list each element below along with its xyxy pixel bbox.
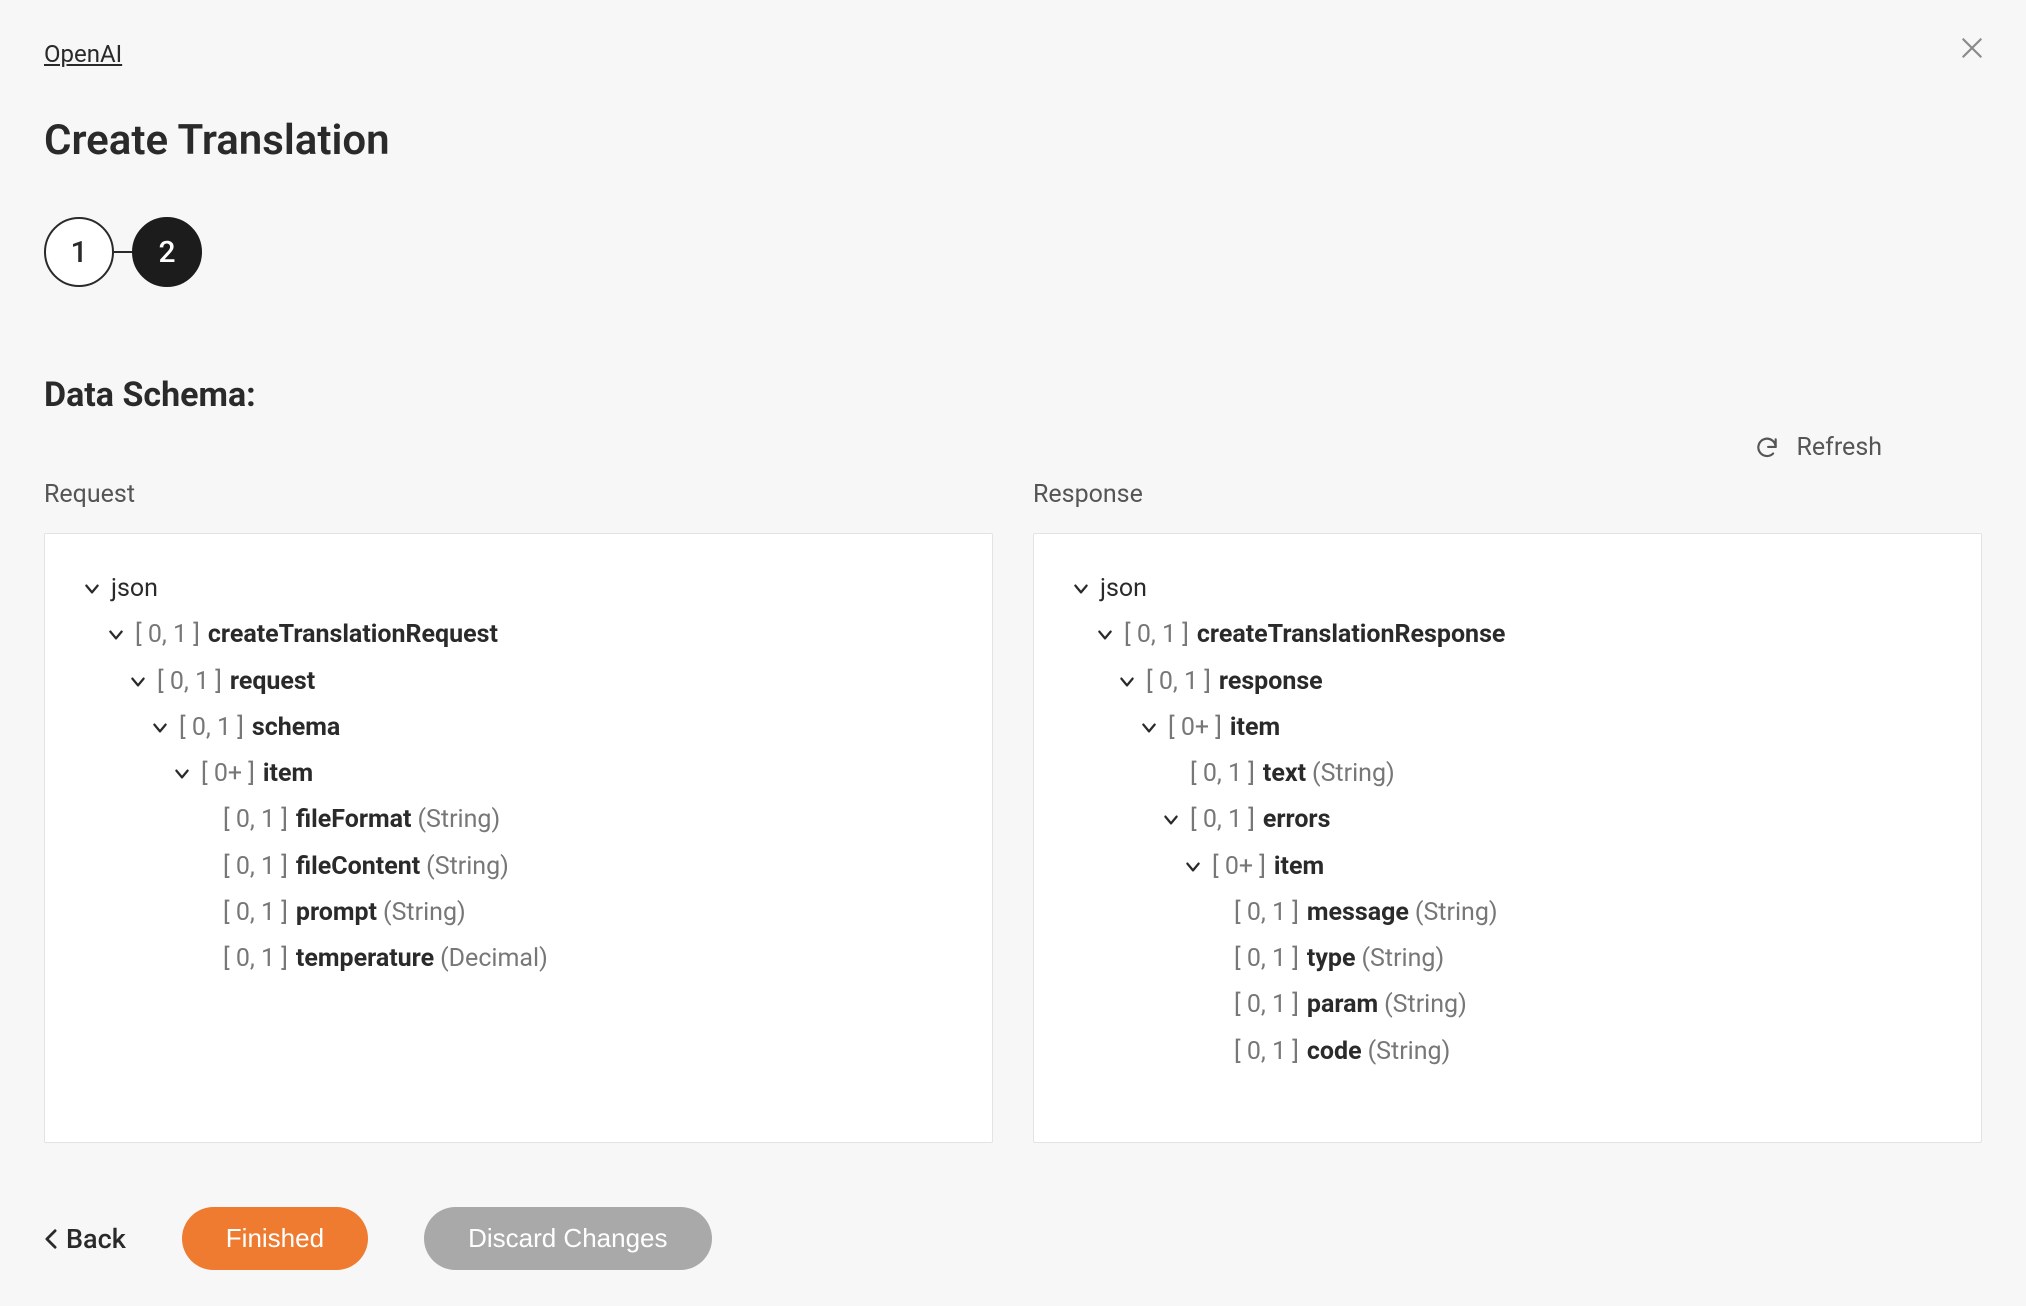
chevron-down-icon: [171, 763, 193, 785]
node-name: item: [1274, 844, 1324, 890]
cardinality-label: [ 0, 1 ]: [135, 612, 200, 658]
request-tree-node: [ 0, 1 ]fileContent (String): [81, 844, 956, 890]
response-tree-node: [ 0, 1 ]type (String): [1070, 936, 1945, 982]
response-tree-node[interactable]: [ 0+ ]item: [1070, 844, 1945, 890]
node-type: (String): [1368, 1029, 1451, 1075]
step-1[interactable]: 1: [44, 217, 114, 287]
response-schema-box: json[ 0, 1 ]createTranslationResponse[ 0…: [1033, 533, 1982, 1143]
cardinality-label: [ 0, 1 ]: [223, 797, 288, 843]
node-name: message: [1307, 890, 1409, 936]
response-tree-node[interactable]: [ 0, 1 ]createTranslationResponse: [1070, 612, 1945, 658]
cardinality-label: [ 0, 1 ]: [1124, 612, 1189, 658]
chevron-down-icon: [149, 717, 171, 739]
back-button[interactable]: Back: [44, 1223, 126, 1255]
cardinality-label: [ 0, 1 ]: [1190, 751, 1255, 797]
chevron-down-icon: [1116, 671, 1138, 693]
node-name: createTranslationResponse: [1197, 612, 1506, 658]
node-type: (String): [1415, 890, 1498, 936]
step-2[interactable]: 2: [132, 217, 202, 287]
node-name: temperature: [296, 936, 434, 982]
section-heading: Data Schema:: [44, 375, 1982, 415]
chevron-down-icon: [1094, 624, 1116, 646]
discard-button[interactable]: Discard Changes: [424, 1207, 711, 1270]
cardinality-label: [ 0, 1 ]: [1234, 890, 1299, 936]
chevron-left-icon: [44, 1228, 58, 1250]
node-type: (Decimal): [440, 936, 548, 982]
response-tree-node: [ 0, 1 ]code (String): [1070, 1029, 1945, 1075]
cardinality-label: [ 0, 1 ]: [223, 936, 288, 982]
request-tree-node: [ 0, 1 ]temperature (Decimal): [81, 936, 956, 982]
refresh-icon: [1754, 435, 1780, 461]
breadcrumb-root[interactable]: OpenAI: [44, 40, 122, 68]
node-type: (String): [417, 797, 500, 843]
request-tree-node[interactable]: [ 0, 1 ]schema: [81, 705, 956, 751]
node-name: request: [230, 659, 315, 705]
cardinality-label: [ 0, 1 ]: [1146, 659, 1211, 705]
page-title: Create Translation: [44, 116, 1982, 165]
response-tree-node: [ 0, 1 ]param (String): [1070, 982, 1945, 1028]
node-type: (String): [426, 844, 509, 890]
node-name: item: [263, 751, 313, 797]
step-connector: [114, 251, 132, 253]
request-schema-box: json[ 0, 1 ]createTranslationRequest[ 0,…: [44, 533, 993, 1143]
response-tree-node: [ 0, 1 ]text (String): [1070, 751, 1945, 797]
node-name: createTranslationRequest: [208, 612, 498, 658]
close-button[interactable]: [1954, 30, 1990, 66]
request-tree-node[interactable]: [ 0, 1 ]request: [81, 659, 956, 705]
chevron-down-icon: [1182, 856, 1204, 878]
node-name: param: [1307, 982, 1378, 1028]
node-name: schema: [252, 705, 340, 751]
cardinality-label: [ 0, 1 ]: [1234, 936, 1299, 982]
node-type: (String): [383, 890, 466, 936]
node-name: fileFormat: [296, 797, 412, 843]
cardinality-label: [ 0, 1 ]: [1234, 1029, 1299, 1075]
chevron-down-icon: [1138, 717, 1160, 739]
node-type: (String): [1312, 751, 1395, 797]
stepper: 1 2: [44, 217, 1982, 287]
node-name: response: [1219, 659, 1323, 705]
cardinality-label: [ 0+ ]: [201, 751, 255, 797]
response-tree-node[interactable]: json: [1070, 566, 1945, 612]
node-name: type: [1307, 936, 1356, 982]
response-tree-node[interactable]: [ 0, 1 ]response: [1070, 659, 1945, 705]
node-name: code: [1307, 1029, 1362, 1075]
chevron-down-icon: [81, 578, 103, 600]
request-tree-node[interactable]: json: [81, 566, 956, 612]
request-column-title: Request: [44, 480, 993, 509]
node-type: (String): [1384, 982, 1467, 1028]
cardinality-label: [ 0, 1 ]: [1190, 797, 1255, 843]
cardinality-label: [ 0, 1 ]: [1234, 982, 1299, 1028]
request-tree-node[interactable]: [ 0, 1 ]createTranslationRequest: [81, 612, 956, 658]
cardinality-label: [ 0, 1 ]: [157, 659, 222, 705]
close-icon: [1959, 35, 1985, 61]
refresh-label: Refresh: [1796, 433, 1882, 462]
response-tree-node[interactable]: [ 0, 1 ]errors: [1070, 797, 1945, 843]
node-name: prompt: [296, 890, 377, 936]
response-column-title: Response: [1033, 480, 1982, 509]
back-label: Back: [66, 1223, 126, 1255]
chevron-down-icon: [105, 624, 127, 646]
request-tree-node: [ 0, 1 ]prompt (String): [81, 890, 956, 936]
cardinality-label: [ 0+ ]: [1168, 705, 1222, 751]
node-name: errors: [1263, 797, 1331, 843]
cardinality-label: [ 0+ ]: [1212, 844, 1266, 890]
response-tree-node[interactable]: [ 0+ ]item: [1070, 705, 1945, 751]
finished-button[interactable]: Finished: [182, 1207, 368, 1270]
request-tree-node[interactable]: [ 0+ ]item: [81, 751, 956, 797]
response-tree-node: [ 0, 1 ]message (String): [1070, 890, 1945, 936]
node-name: fileContent: [296, 844, 420, 890]
node-type: (String): [1362, 936, 1445, 982]
chevron-down-icon: [1070, 578, 1092, 600]
node-name: json: [1100, 566, 1147, 612]
cardinality-label: [ 0, 1 ]: [179, 705, 244, 751]
request-tree-node: [ 0, 1 ]fileFormat (String): [81, 797, 956, 843]
refresh-button[interactable]: Refresh: [44, 433, 1982, 462]
node-name: text: [1263, 751, 1306, 797]
chevron-down-icon: [1160, 809, 1182, 831]
node-name: json: [111, 566, 158, 612]
node-name: item: [1230, 705, 1280, 751]
cardinality-label: [ 0, 1 ]: [223, 890, 288, 936]
cardinality-label: [ 0, 1 ]: [223, 844, 288, 890]
chevron-down-icon: [127, 671, 149, 693]
